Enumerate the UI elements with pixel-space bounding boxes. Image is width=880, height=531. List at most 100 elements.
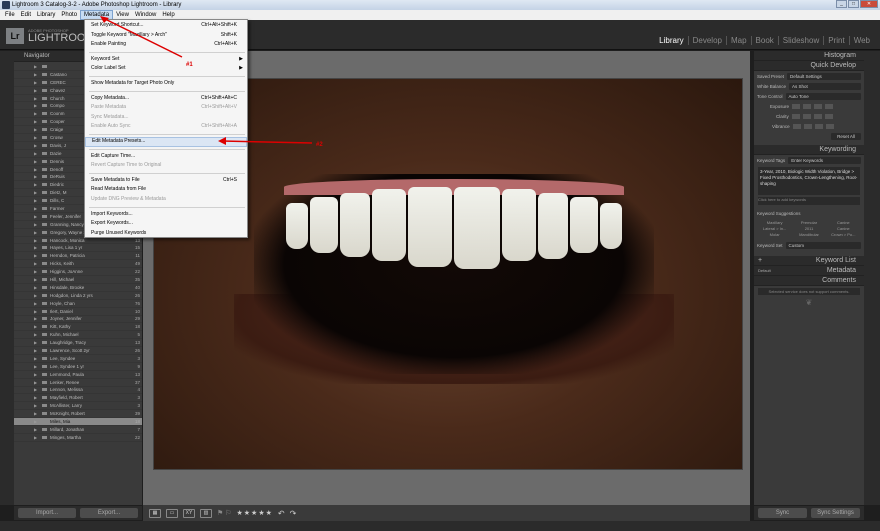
folder-row[interactable]: ▶ Hicks, Keith 49 — [14, 260, 142, 269]
exposure-step-button[interactable] — [803, 103, 812, 109]
folder-row[interactable]: ▶ Hodgdon, Linda 2 yrs 26 — [14, 292, 142, 300]
folder-row[interactable]: ▶ Herndon, Patricia 11 — [14, 252, 142, 261]
folder-row[interactable]: ▶ Lennon, Melissa 4 — [14, 387, 142, 395]
keyword-suggestion[interactable]: Premolar — [792, 220, 825, 225]
module-map[interactable]: Map — [725, 36, 751, 45]
expand-triangle-icon[interactable]: ▶ — [34, 340, 37, 345]
expand-triangle-icon[interactable]: ▶ — [34, 380, 37, 385]
metadata-menu-item[interactable]: Purge Unused Keywords — [85, 229, 247, 239]
keyword-suggestion[interactable]: Mandibular — [792, 232, 825, 237]
folder-row[interactable]: ▶ Ilert, Daniel 10 — [14, 308, 142, 316]
expand-triangle-icon[interactable]: ▶ — [34, 293, 37, 298]
clarity-step-button[interactable] — [802, 113, 811, 119]
keyword-suggestion[interactable]: Lateral > In... — [758, 226, 791, 231]
metadata-header[interactable]: Default Metadata — [754, 266, 864, 276]
folder-row[interactable]: ▶ Higgins, JoAnne 22 — [14, 268, 142, 277]
expand-triangle-icon[interactable]: ▶ — [34, 324, 37, 329]
module-print[interactable]: Print — [823, 36, 848, 45]
expand-triangle-icon[interactable]: ▶ — [34, 182, 37, 187]
expand-triangle-icon[interactable]: ▶ — [34, 143, 37, 148]
expand-triangle-icon[interactable]: ▶ — [34, 277, 37, 282]
auto-tone-button[interactable]: Auto Tone — [785, 92, 861, 100]
expand-triangle-icon[interactable]: ▶ — [34, 245, 37, 250]
metadata-menu-item[interactable]: Set Keyword Shortcut... Ctrl+Alt+Shift+K — [85, 21, 247, 31]
expand-triangle-icon[interactable]: ▶ — [34, 96, 37, 101]
folder-row[interactable]: ▶ Minges, Martha 22 — [14, 434, 142, 442]
metadata-menu-item[interactable]: Edit Metadata Presets... — [85, 136, 247, 147]
expand-triangle-icon[interactable]: ▶ — [34, 309, 37, 314]
expand-triangle-icon[interactable]: ▶ — [34, 190, 37, 195]
exposure-step-button[interactable] — [792, 103, 801, 109]
maximize-button[interactable]: □ — [848, 0, 859, 8]
expand-triangle-icon[interactable]: ▶ — [34, 316, 37, 321]
left-panel-edge[interactable] — [0, 51, 14, 505]
folder-row[interactable]: ▶ Laughridge, Tracy 13 — [14, 339, 142, 348]
metadata-menu-item[interactable]: Show Metadata for Target Photo Only — [85, 79, 247, 89]
expand-triangle-icon[interactable]: ▶ — [34, 411, 37, 416]
folder-row[interactable]: ▶ Joyner, Jennifer 29 — [14, 316, 142, 324]
expand-triangle-icon[interactable]: ▶ — [34, 159, 37, 164]
folder-row[interactable]: ▶ Mayfield, Robert 3 — [14, 394, 142, 403]
folder-row[interactable]: ▶ Kitt, Kathy 18 — [14, 323, 142, 332]
comments-header[interactable]: Comments — [754, 276, 864, 286]
expand-triangle-icon[interactable]: ▶ — [34, 111, 37, 116]
folder-row[interactable]: ▶ Lenker, Renee 37 — [14, 379, 142, 387]
keywords-textarea[interactable]: 3-Year, 2010, Biologic Width Violation, … — [758, 167, 860, 195]
menu-edit[interactable]: Edit — [18, 10, 34, 20]
expand-triangle-icon[interactable]: ▶ — [34, 103, 37, 108]
vibrance-step-button[interactable] — [814, 123, 823, 129]
expand-triangle-icon[interactable]: ▶ — [34, 364, 37, 369]
module-develop[interactable]: Develop — [687, 36, 726, 45]
folder-row[interactable]: ▶ Hoyle, Chan 76 — [14, 300, 142, 308]
exposure-step-button[interactable] — [825, 103, 834, 109]
vibrance-step-button[interactable] — [792, 123, 801, 129]
expand-triangle-icon[interactable]: ▶ — [34, 403, 37, 408]
folder-row[interactable]: ▶ Lemmond, Paula 13 — [14, 371, 142, 379]
clarity-step-button[interactable] — [824, 113, 833, 119]
metadata-menu-item[interactable]: Save Metadata to File Ctrl+S — [85, 176, 247, 186]
clarity-step-button[interactable] — [813, 113, 822, 119]
reset-all-button[interactable]: Reset All — [831, 132, 861, 140]
quick-develop-header[interactable]: Quick Develop — [754, 61, 864, 71]
expand-triangle-icon[interactable]: ▶ — [34, 269, 37, 274]
metadata-menu-item[interactable]: Keyword Set ▶ — [85, 55, 247, 65]
keyword-set-select[interactable]: Custom — [785, 241, 861, 249]
right-panel-edge[interactable] — [864, 51, 880, 505]
exposure-step-button[interactable] — [814, 103, 823, 109]
loupe-view-icon[interactable]: ▭ — [166, 508, 178, 518]
white-balance-select[interactable]: As Shot — [789, 82, 861, 90]
keyword-suggestion[interactable]: Crown > Po... — [827, 232, 860, 237]
folder-row[interactable]: ▶ Hinsdale, Brooke 40 — [14, 284, 142, 292]
expand-triangle-icon[interactable]: ▶ — [34, 356, 37, 361]
expand-triangle-icon[interactable]: ▶ — [34, 238, 37, 243]
expand-triangle-icon[interactable]: ▶ — [34, 214, 37, 219]
metadata-menu-item[interactable]: Copy Metadata... Ctrl+Shift+Alt+C — [85, 94, 247, 104]
expand-triangle-icon[interactable]: ▶ — [34, 135, 37, 140]
expand-triangle-icon[interactable]: ▶ — [34, 253, 37, 258]
folder-row[interactable]: ▶ Lee, Syndee 3 — [14, 355, 142, 363]
survey-view-icon[interactable]: ▥ — [200, 508, 212, 518]
metadata-menu-item[interactable]: Color Label Set ▶ — [85, 64, 247, 74]
folder-row[interactable]: ▶ Kuhn, Michael 5 — [14, 331, 142, 340]
expand-triangle-icon[interactable]: ▶ — [34, 427, 37, 432]
expand-triangle-icon[interactable]: ▶ — [34, 167, 37, 172]
rotate-right-icon[interactable]: ↷ — [290, 509, 297, 518]
metadata-menu-item[interactable]: Enable Painting Ctrl+Alt+K — [85, 40, 247, 50]
flag-icon[interactable]: ⚑ ⚐ — [217, 509, 232, 517]
expand-triangle-icon[interactable]: ▶ — [34, 332, 37, 337]
expand-triangle-icon[interactable]: ▶ — [34, 387, 37, 392]
expand-triangle-icon[interactable]: ▶ — [34, 261, 37, 266]
metadata-preset-select[interactable]: Default — [754, 266, 771, 276]
expand-triangle-icon[interactable]: ▶ — [34, 151, 37, 156]
expand-triangle-icon[interactable]: ▶ — [34, 348, 37, 353]
expand-triangle-icon[interactable]: ▶ — [34, 72, 37, 77]
expand-triangle-icon[interactable]: ▶ — [34, 301, 37, 306]
vibrance-step-button[interactable] — [825, 123, 834, 129]
expand-triangle-icon[interactable]: ▶ — [34, 395, 37, 400]
close-button[interactable]: ✕ — [860, 0, 878, 8]
expand-triangle-icon[interactable]: ▶ — [34, 372, 37, 377]
metadata-menu-item[interactable]: Import Keywords... — [85, 210, 247, 220]
grid-view-icon[interactable]: ▦ — [149, 508, 161, 518]
metadata-menu-item[interactable]: Export Keywords... — [85, 219, 247, 229]
expand-triangle-icon[interactable]: ▶ — [34, 230, 37, 235]
